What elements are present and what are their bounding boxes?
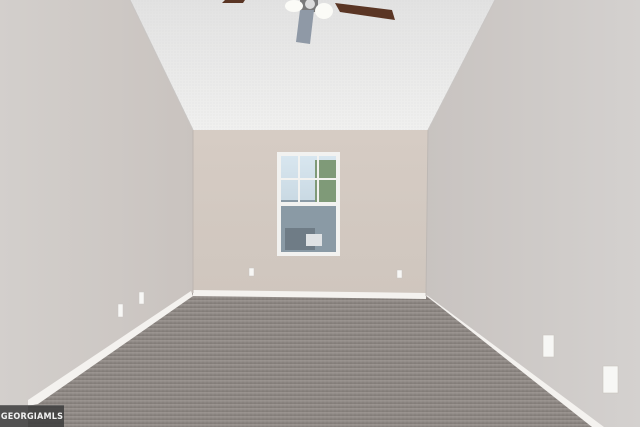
georgiamls-watermark: GEORGIAMLS — [0, 405, 64, 427]
window-icon — [277, 152, 340, 256]
empty-room-photo — [0, 0, 640, 427]
